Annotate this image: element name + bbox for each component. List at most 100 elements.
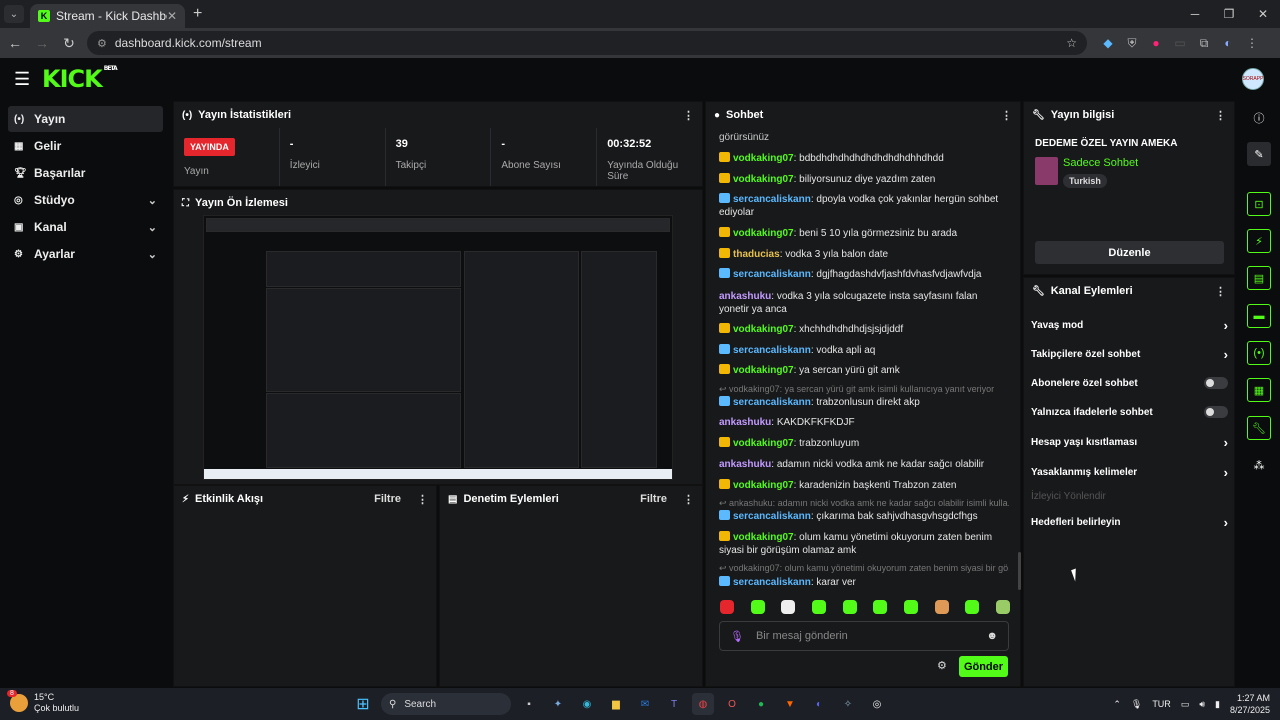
chat-username[interactable]: vodkaking07: [733, 228, 794, 239]
url-field[interactable]: ⚙ dashboard.kick.com/stream ☆: [87, 31, 1087, 55]
action-set-goals[interactable]: Hedefleri belirleyin ›: [1031, 515, 1228, 530]
spotify-icon[interactable]: ●: [750, 693, 772, 715]
emote-icon[interactable]: [934, 600, 949, 614]
hamburger-menu-icon[interactable]: ☰: [14, 69, 34, 90]
chat-username[interactable]: vodkaking07: [733, 324, 794, 335]
reload-icon[interactable]: ↻: [57, 35, 81, 52]
obs-icon[interactable]: ◎: [866, 693, 888, 715]
filter-button[interactable]: Filtre: [374, 493, 401, 505]
sidebar-item-kanal[interactable]: ▣ Kanal ⌄: [8, 214, 163, 240]
sidebar-item-basarilar[interactable]: 🏆︎ Başarılar: [8, 160, 163, 186]
bookmark-star-icon[interactable]: ☆: [1066, 36, 1077, 50]
maximize-button[interactable]: ❐: [1212, 0, 1246, 28]
task-view-icon[interactable]: ▪: [518, 693, 540, 715]
emote-icon[interactable]: [781, 600, 796, 614]
category-link[interactable]: Sadece Sohbet: [1063, 157, 1138, 169]
opera-icon[interactable]: O: [721, 693, 743, 715]
clip-icon[interactable]: ⊡: [1247, 192, 1271, 216]
action-banned-words[interactable]: Yasaklanmış kelimeler ›: [1031, 465, 1228, 480]
kick-logo[interactable]: KICK BETA: [42, 65, 118, 93]
chat-username[interactable]: vodkaking07: [733, 153, 794, 164]
more-options-icon[interactable]: ⋮: [1215, 285, 1226, 298]
forward-icon[interactable]: →: [30, 35, 54, 51]
chat-username[interactable]: vodkaking07: [733, 480, 794, 491]
language-indicator[interactable]: TUR: [1152, 699, 1171, 709]
volume-icon[interactable]: 🔊︎: [1199, 699, 1205, 710]
outlook-icon[interactable]: ✉: [634, 693, 656, 715]
filter-button[interactable]: Filtre: [640, 493, 667, 505]
action-slow-mode[interactable]: Yavaş mod ›: [1031, 318, 1228, 333]
chat-username[interactable]: ankashuku: [719, 417, 771, 428]
emote-icon[interactable]: [842, 600, 857, 614]
extension-icon[interactable]: ◆: [1101, 36, 1115, 50]
chevron-up-icon[interactable]: ⌃: [1113, 699, 1121, 710]
site-info-icon[interactable]: ⚙: [97, 37, 107, 50]
windows-start-icon[interactable]: ⊞: [352, 693, 374, 715]
more-options-icon[interactable]: ⋮: [417, 493, 428, 506]
chat-username[interactable]: ankashuku: [719, 291, 771, 302]
emotes-only-toggle[interactable]: [1204, 406, 1228, 418]
sidebar-item-studyo[interactable]: ◎ Stüdyo ⌄: [8, 187, 163, 213]
document-icon[interactable]: ▤: [1247, 266, 1271, 290]
chat-username[interactable]: vodkaking07: [733, 438, 794, 449]
chat-username[interactable]: sercancaliskann: [733, 269, 811, 280]
add-widget-icon[interactable]: ⁂: [1247, 453, 1271, 477]
close-window-button[interactable]: ✕: [1246, 0, 1280, 28]
menu-icon[interactable]: ⋮: [1245, 36, 1259, 50]
chat-username[interactable]: vodkaking07: [733, 365, 794, 376]
minimize-button[interactable]: ─: [1178, 0, 1212, 28]
back-icon[interactable]: ←: [3, 35, 27, 51]
microphone-icon[interactable]: 🎙︎: [730, 630, 744, 643]
chat-bubble-icon[interactable]: ▬: [1247, 304, 1271, 328]
tab-search-button[interactable]: ⌄: [4, 5, 24, 23]
broadcast-icon[interactable]: (•): [1247, 341, 1271, 365]
profile-icon[interactable]: ◐: [1221, 36, 1235, 50]
taskbar-search[interactable]: ⚲ Search: [381, 693, 511, 715]
chat-scrollbar[interactable]: [1018, 552, 1021, 590]
chat-username[interactable]: vodkaking07: [733, 174, 794, 185]
network-icon[interactable]: ▭: [1181, 699, 1190, 710]
extension-icon[interactable]: ▭: [1173, 36, 1187, 50]
discord-icon[interactable]: ◐: [808, 693, 830, 715]
brave-icon[interactable]: ▼: [779, 693, 801, 715]
emote-icon[interactable]: [750, 600, 765, 614]
chat-username[interactable]: vodkaking07: [733, 532, 794, 543]
info-icon[interactable]: ⓘ: [1247, 106, 1271, 130]
edge-icon[interactable]: ◉: [576, 693, 598, 715]
send-button[interactable]: Gönder: [959, 656, 1008, 677]
battery-icon[interactable]: ▮: [1215, 699, 1220, 710]
chat-username[interactable]: thaducias: [733, 249, 780, 260]
copilot-icon[interactable]: ✦: [547, 693, 569, 715]
shield-icon[interactable]: ⛨: [1125, 36, 1139, 50]
more-options-icon[interactable]: ⋮: [1001, 109, 1012, 122]
sidebar-item-yayin[interactable]: (•) Yayın: [8, 106, 163, 132]
emote-icon[interactable]: [903, 600, 918, 614]
chat-username[interactable]: sercancaliskann: [733, 397, 811, 408]
chat-username[interactable]: sercancaliskann: [733, 194, 811, 205]
action-followers-only[interactable]: Takipçilere özel sohbet ›: [1031, 347, 1228, 362]
close-tab-icon[interactable]: ✕: [167, 9, 177, 23]
microphone-icon[interactable]: 🎙︎: [1131, 699, 1142, 710]
action-account-age[interactable]: Hesap yaşı kısıtlaması ›: [1031, 435, 1228, 450]
chat-username[interactable]: sercancaliskann: [733, 577, 811, 588]
clock[interactable]: 1:27 AM 8/27/2025: [1230, 692, 1270, 716]
browser-tab[interactable]: K Stream - Kick Dashboard ✕: [30, 4, 185, 28]
sidebar-item-ayarlar[interactable]: ⚙ Ayarlar ⌄: [8, 241, 163, 267]
bolt-icon[interactable]: ⚡︎: [1247, 229, 1271, 253]
emote-icon[interactable]: [720, 600, 734, 614]
layout-icon[interactable]: ▦: [1247, 378, 1271, 402]
emote-icon[interactable]: [995, 600, 1010, 614]
sidebar-item-gelir[interactable]: ▦ Gelir: [8, 133, 163, 159]
more-options-icon[interactable]: ⋮: [683, 493, 694, 506]
stream-preview-video[interactable]: [203, 215, 673, 480]
new-tab-button[interactable]: +: [193, 5, 202, 23]
emote-icon[interactable]: [811, 600, 826, 614]
chat-message-input[interactable]: 🎙︎ Bir mesaj gönderin ☻: [719, 621, 1009, 651]
emote-icon[interactable]: [873, 600, 888, 614]
chat-username[interactable]: sercancaliskann: [733, 511, 811, 522]
chat-username[interactable]: sercancaliskann: [733, 345, 811, 356]
more-options-icon[interactable]: ⋮: [1215, 109, 1226, 122]
chat-username[interactable]: ankashuku: [719, 459, 771, 470]
avatar[interactable]: SORAPP: [1242, 68, 1264, 90]
emote-icon[interactable]: [965, 600, 980, 614]
